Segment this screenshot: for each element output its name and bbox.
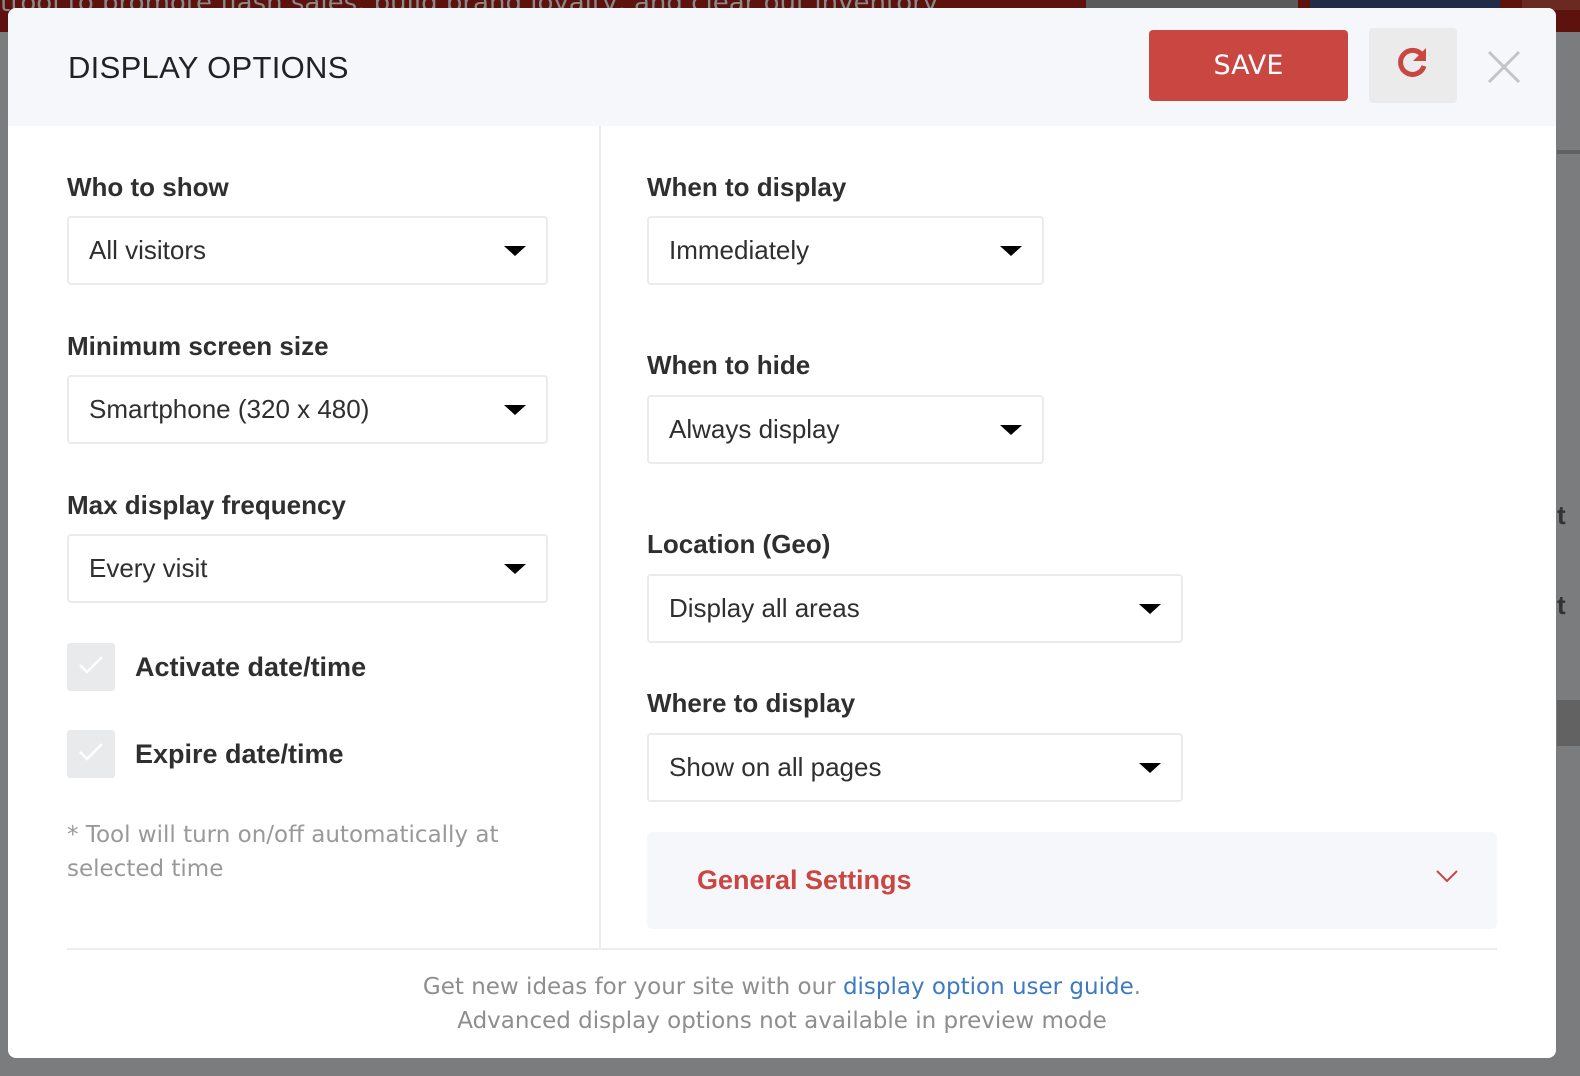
check-icon — [77, 654, 105, 681]
activate-datetime-checkbox[interactable] — [67, 643, 115, 691]
caret-down-icon — [504, 404, 526, 415]
max-display-frequency-select[interactable]: Every visit — [67, 534, 548, 603]
display-options-modal: DISPLAY OPTIONS SAVE Who to show All vis… — [8, 8, 1556, 1058]
column-divider — [599, 126, 601, 948]
background-text: t — [1557, 590, 1566, 620]
close-button[interactable] — [1483, 48, 1525, 90]
background-text: t — [1557, 500, 1566, 530]
footer-divider — [67, 948, 1497, 950]
when-to-display-value: Immediately — [669, 235, 810, 265]
footer-line-2: Advanced display options not available i… — [457, 1008, 1107, 1034]
schedule-note: * Tool will turn on/off automatically at… — [67, 822, 499, 882]
when-to-hide-value: Always display — [669, 414, 840, 444]
where-to-display-label: Where to display — [647, 688, 856, 718]
caret-down-icon — [1000, 245, 1022, 256]
close-icon — [1487, 50, 1521, 89]
location-geo-value: Display all areas — [669, 593, 860, 623]
caret-down-icon — [504, 563, 526, 574]
expire-datetime-checkbox[interactable] — [67, 730, 115, 778]
when-to-display-label: When to display — [647, 172, 847, 202]
max-display-frequency-value: Every visit — [89, 553, 208, 583]
max-display-frequency-label: Max display frequency — [67, 490, 346, 520]
footer-line-1: Get new ideas for your site with our dis… — [8, 970, 1556, 1004]
expire-datetime-label: Expire date/time — [135, 739, 344, 769]
location-geo-label: Location (Geo) — [647, 529, 831, 559]
background-block — [1557, 700, 1580, 746]
user-guide-link[interactable]: display option user guide — [843, 974, 1134, 1000]
where-to-display-select[interactable]: Show on all pages — [647, 733, 1183, 802]
footer-text: Get new ideas for your site with our — [422, 974, 843, 1000]
who-to-show-label: Who to show — [67, 172, 229, 202]
general-settings-accordion[interactable]: General Settings — [647, 832, 1497, 929]
caret-down-icon — [504, 245, 526, 256]
activate-datetime-label: Activate date/time — [135, 652, 367, 682]
footer: Get new ideas for your site with our dis… — [8, 970, 1556, 1038]
when-to-hide-select[interactable]: Always display — [647, 395, 1044, 464]
background-divider — [1557, 150, 1580, 154]
when-to-hide-label: When to hide — [647, 350, 811, 380]
location-geo-select[interactable]: Display all areas — [647, 574, 1183, 643]
footer-period: . — [1133, 974, 1142, 1000]
chevron-down-icon — [1435, 868, 1459, 889]
caret-down-icon — [1139, 603, 1161, 614]
caret-down-icon — [1000, 424, 1022, 435]
save-button[interactable]: SAVE — [1149, 30, 1348, 101]
caret-down-icon — [1139, 762, 1161, 773]
when-to-display-select[interactable]: Immediately — [647, 216, 1044, 285]
min-screen-size-label: Minimum screen size — [67, 331, 329, 361]
min-screen-size-select[interactable]: Smartphone (320 x 480) — [67, 375, 548, 444]
check-icon — [77, 741, 105, 768]
who-to-show-select[interactable]: All visitors — [67, 216, 548, 285]
refresh-icon — [1396, 46, 1430, 85]
min-screen-size-value: Smartphone (320 x 480) — [89, 394, 370, 424]
modal-title: DISPLAY OPTIONS — [68, 50, 349, 85]
reset-button[interactable] — [1369, 28, 1457, 103]
modal-header: DISPLAY OPTIONS SAVE — [8, 8, 1556, 126]
who-to-show-value: All visitors — [89, 235, 207, 265]
where-to-display-value: Show on all pages — [669, 752, 882, 782]
general-settings-label: General Settings — [697, 865, 912, 895]
